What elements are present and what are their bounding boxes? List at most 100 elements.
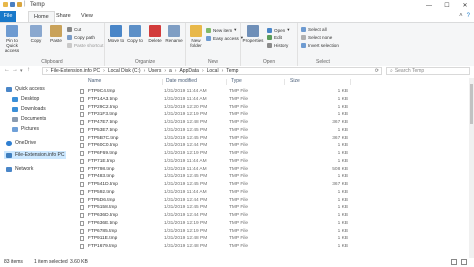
nav-item-quick-access[interactable]: Quick access: [6, 86, 45, 92]
scrollbar-thumb[interactable]: [470, 84, 473, 124]
search-input[interactable]: ⌕ Search Temp: [386, 67, 470, 75]
column-divider[interactable]: [226, 79, 227, 85]
select-none-label: Select none: [308, 35, 333, 40]
tab-file[interactable]: File: [0, 11, 16, 22]
nav-item-downloads[interactable]: Downloads: [12, 106, 46, 112]
new-folder-icon[interactable]: [17, 2, 22, 7]
breadcrumb-local-disk[interactable]: Local Disk (C:): [108, 68, 141, 74]
table-row[interactable]: FTP911E.tmp 1/31/2019 12:48 PM TMP File 1 K…: [78, 235, 472, 243]
breadcrumb-pc[interactable]: File-Extension.info PC: [51, 68, 100, 74]
properties-icon[interactable]: [10, 2, 15, 7]
table-row[interactable]: FTP1679.tmp 1/31/2019 12:48 PM TMP File 1 K…: [78, 243, 472, 251]
new-folder-button[interactable]: New folder: [186, 25, 206, 48]
column-divider[interactable]: [162, 79, 163, 85]
nav-item-documents[interactable]: Documents: [12, 116, 46, 122]
tab-view[interactable]: View: [76, 11, 98, 22]
column-divider[interactable]: [284, 79, 285, 85]
select-none-button[interactable]: Select none: [301, 35, 332, 40]
easy-access-button[interactable]: Easy access ▾: [206, 35, 243, 41]
maximize-button[interactable]: ☐: [438, 0, 456, 11]
table-row[interactable]: FTP6785.tmp 1/31/2019 12:19 PM TMP File 1 K…: [78, 228, 472, 236]
file-name: FTP1679.tmp: [88, 244, 118, 249]
file-type: TMP File: [229, 174, 249, 180]
column-header-name[interactable]: Name: [88, 78, 101, 86]
minimize-button[interactable]: —: [420, 0, 438, 11]
open-button[interactable]: Open ▾: [267, 27, 290, 33]
properties-button[interactable]: Properties: [242, 25, 264, 43]
window-controls: — ☐ ✕: [420, 0, 474, 11]
history-button[interactable]: History: [267, 43, 288, 48]
copy-path-button[interactable]: Copy path: [67, 35, 95, 40]
table-row[interactable]: FTP47E7.tmp 1/31/2019 12:48 PM TMP File 367…: [78, 119, 472, 127]
invert-selection-button[interactable]: Invert selection: [301, 43, 339, 48]
select-all-button[interactable]: Select all: [301, 27, 327, 32]
file-type: TMP File: [229, 151, 249, 156]
file-date-modified: 1/31/2019 12:19 PM: [164, 151, 208, 156]
table-row[interactable]: FTP71E.tmp 1/31/2019 11:44 AM TMP File 1 KB: [78, 158, 472, 166]
breadcrumb-user[interactable]: a: [169, 68, 172, 74]
nav-item-onedrive[interactable]: OneDrive: [6, 140, 36, 146]
file-date-modified: 1/31/2019 12:45 PM: [164, 174, 208, 180]
paste-shortcut-button[interactable]: Paste shortcut: [67, 43, 103, 48]
copy-to-button[interactable]: Copy to: [125, 25, 145, 43]
table-row[interactable]: FTP14A3.tmp 1/31/2019 11:44 AM TMP File 1 K…: [78, 96, 472, 104]
cut-button[interactable]: Cut: [67, 27, 81, 32]
column-header-date[interactable]: Date modified: [166, 78, 197, 86]
copy-button[interactable]: Copy: [26, 25, 46, 43]
nav-item-network[interactable]: Network: [6, 166, 33, 172]
address-bar[interactable]: › File-Extension.info PC › Local Disk (C…: [42, 67, 382, 75]
paste-button[interactable]: Paste: [46, 25, 66, 43]
file-icon: [80, 213, 84, 218]
chevron-up-icon[interactable]: ˄: [459, 13, 463, 19]
table-row[interactable]: FTP6F69.tmp 1/31/2019 12:19 PM TMP File 1 K…: [78, 150, 472, 158]
organize-group-label: Organize: [134, 59, 156, 65]
table-row[interactable]: FTP5B7C.tmp 1/31/2019 12:45 PM TMP File 367…: [78, 135, 472, 143]
nav-item-this-pc[interactable]: File-Extension.info PC: [4, 151, 67, 159]
table-row[interactable]: FTP31F3.tmp 1/31/2019 12:19 PM TMP File 1 K…: [78, 111, 472, 119]
breadcrumb-local[interactable]: Local: [207, 68, 219, 74]
file-date-modified: 1/31/2019 12:45 PM: [164, 182, 208, 187]
rename-button[interactable]: Rename: [164, 25, 184, 43]
column-header-type[interactable]: Type: [231, 78, 242, 86]
table-row[interactable]: FTP5D6.tmp 1/31/2019 12:44 PM TMP File 1 KB: [78, 197, 472, 205]
table-row[interactable]: FTP541D.tmp 1/31/2019 12:45 PM TMP File 367…: [78, 181, 472, 189]
column-header-size[interactable]: Size: [290, 78, 300, 86]
file-size: 1 KB: [337, 143, 348, 149]
details-view-icon[interactable]: [451, 259, 457, 265]
help-icon[interactable]: ?: [467, 13, 470, 19]
pin-to-quick-access-button[interactable]: Pin to Quick access: [2, 25, 22, 53]
nav-item-pictures[interactable]: Pictures: [12, 126, 39, 132]
vertical-scrollbar[interactable]: [469, 78, 474, 258]
forward-arrow-icon[interactable]: →: [12, 67, 18, 73]
column-divider[interactable]: [350, 79, 351, 85]
file-name: FTP6F69.tmp: [88, 151, 118, 156]
table-row[interactable]: FTP60C0.tmp 1/31/2019 12:44 PM TMP File 1 K…: [78, 142, 472, 150]
new-item-button[interactable]: New item ▾: [206, 27, 236, 33]
table-row[interactable]: FTP5158.tmp 1/31/2019 12:45 PM TMP File 1 K…: [78, 204, 472, 212]
breadcrumb-temp[interactable]: Temp: [226, 68, 238, 74]
back-arrow-icon[interactable]: ←: [4, 67, 10, 73]
tab-share[interactable]: Share: [51, 11, 76, 22]
breadcrumb-appdata[interactable]: AppData: [179, 68, 198, 74]
table-row[interactable]: FTP9C4.tmp 1/31/2019 11:44 AM TMP File 1 KB: [78, 88, 472, 96]
folder-icon[interactable]: [3, 2, 8, 7]
breadcrumb-users[interactable]: Users: [148, 68, 161, 74]
large-icons-view-icon[interactable]: [461, 259, 467, 265]
refresh-icon[interactable]: ⟳: [375, 68, 379, 74]
file-icon: [80, 120, 84, 125]
move-to-button[interactable]: Move to: [106, 25, 126, 43]
table-row[interactable]: FTP29C2.tmp 1/31/2019 12:20 PM TMP File 1 K…: [78, 104, 472, 112]
table-row[interactable]: FTP483.tmp 1/31/2019 12:45 PM TMP File 1 KB: [78, 173, 472, 181]
up-arrow-icon[interactable]: ↑: [27, 67, 30, 73]
delete-button[interactable]: Delete: [145, 25, 165, 43]
table-row[interactable]: FTP636D.tmp 1/31/2019 12:44 PM TMP File 1 K…: [78, 212, 472, 220]
new-item-icon: [206, 27, 211, 33]
nav-item-desktop[interactable]: Desktop: [12, 96, 39, 102]
recent-locations-icon[interactable]: ▾: [20, 68, 23, 74]
close-button[interactable]: ✕: [456, 0, 474, 11]
table-row[interactable]: FTP636E.tmp 1/31/2019 12:19 PM TMP File 1 K…: [78, 220, 472, 228]
table-row[interactable]: FTP592.tmp 1/31/2019 11:44 AM TMP File 1 KB: [78, 189, 472, 197]
table-row[interactable]: FTP798.tmp 1/31/2019 11:44 AM TMP File 508 …: [78, 166, 472, 174]
table-row[interactable]: FTP53E7.tmp 1/31/2019 12:45 PM TMP File 1 K…: [78, 127, 472, 135]
edit-button[interactable]: Edit: [267, 35, 282, 40]
